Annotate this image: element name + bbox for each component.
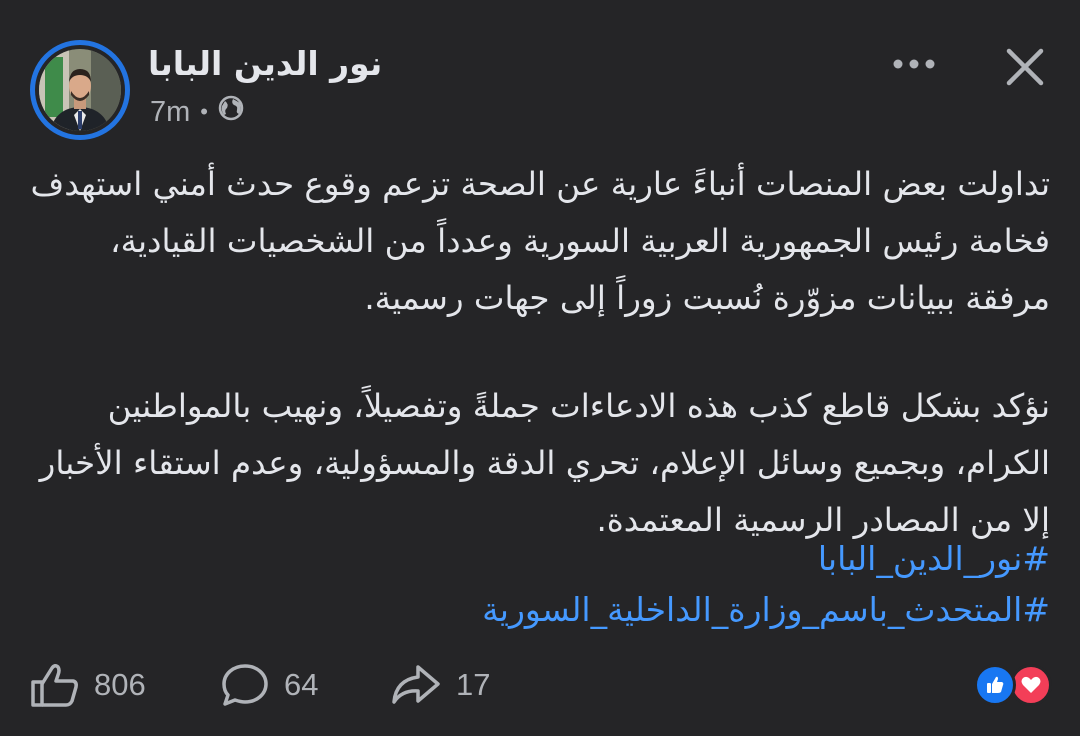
like-count: 806: [94, 667, 146, 702]
share-icon: [392, 665, 440, 704]
post-meta: 7m •: [150, 95, 244, 129]
post-viewer: نور الدين البابا 7m • تداولت بعض المنصات…: [0, 0, 1080, 736]
close-icon: [1006, 48, 1044, 86]
meta-separator: •: [200, 99, 208, 124]
comment-button[interactable]: 64: [220, 662, 318, 708]
love-reaction-icon: [1010, 664, 1052, 706]
thumbs-up-icon: [31, 663, 78, 707]
like-reaction-icon: [974, 664, 1016, 706]
comment-icon: [222, 664, 268, 706]
reactions-summary[interactable]: [966, 664, 1056, 706]
more-options-button[interactable]: [888, 42, 940, 86]
post-paragraph: تداولت بعض المنصات أنباءً عارية عن الصحة…: [30, 165, 1051, 317]
share-button[interactable]: 17: [390, 662, 490, 708]
avatar-photo: [39, 49, 121, 131]
hashtag-list: #نور_الدين_البابا #المتحدث_باسم_وزارة_ال…: [482, 533, 1050, 635]
comment-count: 64: [284, 667, 319, 702]
author-name[interactable]: نور الدين البابا: [148, 44, 382, 83]
globe-icon[interactable]: [218, 95, 244, 129]
more-horizontal-icon: [893, 59, 935, 69]
post-text: تداولت بعض المنصات أنباءً عارية عن الصحة…: [20, 156, 1051, 549]
hashtag-link[interactable]: #نور_الدين_البابا: [482, 533, 1050, 584]
hashtag-link[interactable]: #المتحدث_باسم_وزارة_الداخلية_السورية: [482, 584, 1050, 635]
avatar[interactable]: [30, 40, 130, 140]
like-button[interactable]: 806: [30, 662, 146, 708]
post-paragraph: نؤكد بشكل قاطع كذب هذه الادعاءات جملةً و…: [39, 387, 1050, 539]
share-count: 17: [456, 667, 491, 702]
post-time[interactable]: 7m: [150, 96, 190, 129]
close-button[interactable]: [1000, 42, 1050, 92]
post-actions-bar: 806 64 17: [0, 650, 1080, 720]
